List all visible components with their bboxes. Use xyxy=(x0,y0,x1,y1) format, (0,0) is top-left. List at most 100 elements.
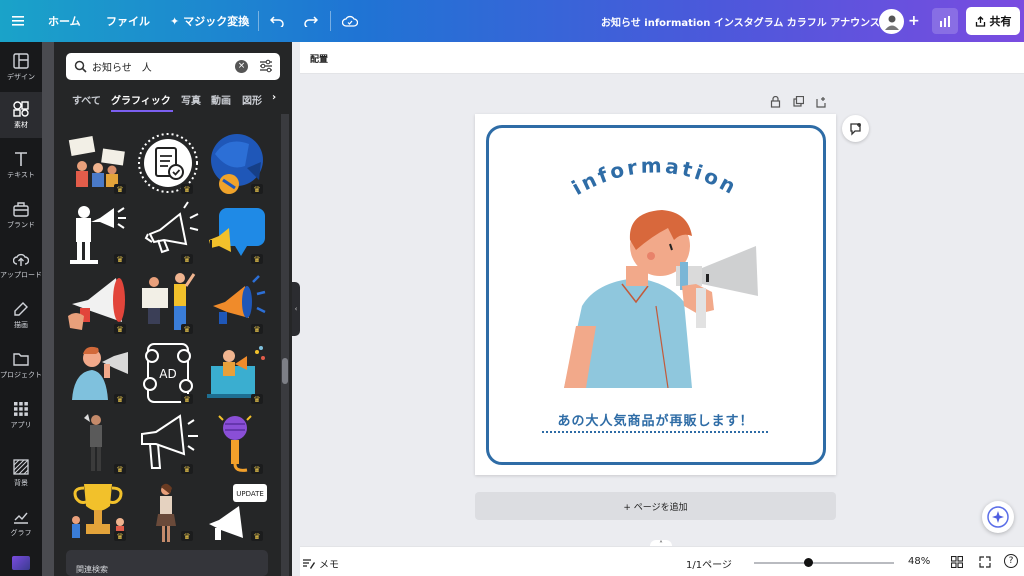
share-button[interactable]: 共有 xyxy=(966,7,1020,35)
zoom-slider-thumb[interactable] xyxy=(804,558,813,567)
rail-item-projects[interactable]: プロジェクト xyxy=(0,342,42,388)
bottom-bar: メモ 1/1ページ 48% ? xyxy=(300,546,1024,576)
premium-crown-icon: ♛ xyxy=(181,464,193,474)
premium-crown-icon: ♛ xyxy=(114,254,126,264)
home-button[interactable]: ホーム xyxy=(48,0,81,42)
tab-graphics[interactable]: グラフィック xyxy=(111,92,171,107)
related-label: 関連検索 xyxy=(76,565,108,574)
tab-photos[interactable]: 写真 xyxy=(181,92,201,107)
lock-icon[interactable] xyxy=(770,96,781,108)
comment-add-button[interactable] xyxy=(842,115,869,142)
add-page-icon[interactable] xyxy=(816,96,827,108)
help-icon[interactable]: ? xyxy=(1004,554,1018,568)
rail-item-elements[interactable]: 素材 xyxy=(0,92,42,138)
zoom-slider[interactable] xyxy=(754,562,894,564)
more-apps-icon[interactable] xyxy=(12,556,30,570)
clear-search-icon[interactable]: × xyxy=(235,60,248,73)
premium-crown-icon: ♛ xyxy=(181,184,193,194)
panel-scroll-strip xyxy=(42,42,54,576)
zoom-percentage[interactable]: 48% xyxy=(908,556,930,567)
premium-crown-icon: ♛ xyxy=(114,531,126,541)
notes-label: メモ xyxy=(319,560,339,571)
magic-assistant-button[interactable] xyxy=(982,501,1014,533)
undo-icon[interactable] xyxy=(270,0,284,42)
top-bar: ホーム ファイル ✦ マジック変換 お知らせ information インスタグ… xyxy=(0,0,1024,42)
sparkle-icon xyxy=(987,506,1009,528)
layout-icon xyxy=(13,52,29,69)
man-megaphone-illustration[interactable] xyxy=(556,206,766,388)
avatar[interactable] xyxy=(879,9,904,34)
menu-icon[interactable] xyxy=(12,0,24,42)
comment-plus-icon xyxy=(849,122,861,136)
tab-videos[interactable]: 動画 xyxy=(211,92,231,107)
cloud-save-icon[interactable] xyxy=(342,0,358,42)
rail-item-upload[interactable]: アップロード xyxy=(0,242,42,288)
text-icon xyxy=(15,151,27,166)
rail-item-text[interactable]: テキスト xyxy=(0,142,42,188)
page-indicator[interactable]: 1/1ページ xyxy=(686,556,732,571)
svg-text:information: information xyxy=(568,153,743,200)
rail-item-design[interactable]: デザイン xyxy=(0,44,42,90)
tab-all[interactable]: すべて xyxy=(72,92,101,107)
briefcase-icon xyxy=(13,201,29,217)
share-icon xyxy=(975,15,985,27)
rail-label: デザイン xyxy=(7,72,35,81)
premium-crown-icon: ♛ xyxy=(251,254,263,264)
premium-crown-icon: ♛ xyxy=(251,394,263,404)
shapes-icon xyxy=(13,100,29,117)
rail-label: テキスト xyxy=(7,170,35,179)
magic-switch-button[interactable]: ✦ マジック変換 xyxy=(170,0,249,42)
premium-crown-icon: ♛ xyxy=(114,324,126,334)
duplicate-icon[interactable] xyxy=(793,96,804,108)
premium-crown-icon: ♛ xyxy=(251,184,263,194)
related-searches[interactable]: 関連検索 xyxy=(66,550,268,576)
canvas-subheader: 配置 xyxy=(300,42,1024,74)
folder-icon xyxy=(13,352,29,366)
premium-crown-icon: ♛ xyxy=(181,324,193,334)
search-box[interactable]: × xyxy=(66,53,280,80)
rail-item-draw[interactable]: 描画 xyxy=(0,292,42,338)
panel-scrollbar-thumb[interactable] xyxy=(282,358,288,384)
upload-cloud-icon xyxy=(13,253,29,266)
premium-crown-icon: ♛ xyxy=(181,531,193,541)
tabs-next-chevron-icon[interactable]: › xyxy=(272,92,276,103)
headline-text[interactable]: あの大人気商品が再販します！ xyxy=(475,410,836,429)
premium-crown-icon: ♛ xyxy=(251,464,263,474)
rail-label: 素材 xyxy=(14,120,28,129)
information-curved-text: information xyxy=(568,153,743,200)
add-page-button[interactable]: + ページを追加 xyxy=(475,492,836,520)
premium-crown-icon: ♛ xyxy=(251,324,263,334)
grid-view-icon[interactable] xyxy=(951,556,963,568)
rail-item-graph[interactable]: グラフ xyxy=(0,500,42,546)
document-title[interactable]: お知らせ information インスタグラム カラフル アナウンス xyxy=(601,0,880,42)
rail-label: グラフ xyxy=(10,528,32,537)
file-button[interactable]: ファイル xyxy=(106,0,150,42)
svg-text:UPDATE: UPDATE xyxy=(236,490,264,498)
search-input[interactable] xyxy=(92,58,232,75)
rail-item-background[interactable]: 背景 xyxy=(0,450,42,496)
premium-crown-icon: ♛ xyxy=(181,254,193,264)
apps-grid-icon xyxy=(14,401,28,416)
rail-label: 背景 xyxy=(14,478,28,487)
fullscreen-icon[interactable] xyxy=(979,556,991,568)
collapse-panel-handle[interactable]: ‹ xyxy=(292,282,300,336)
analytics-icon[interactable] xyxy=(932,8,958,34)
notes-button[interactable]: メモ xyxy=(302,556,339,571)
rail-item-apps[interactable]: アプリ xyxy=(0,392,42,438)
add-collaborator-icon[interactable]: + xyxy=(908,0,920,42)
rail-label: 描画 xyxy=(14,320,28,329)
arrange-button[interactable]: 配置 xyxy=(310,52,328,65)
active-tab-indicator xyxy=(111,110,173,112)
tab-shapes[interactable]: 図形 xyxy=(242,92,262,107)
filter-icon[interactable] xyxy=(259,59,273,73)
redo-icon[interactable] xyxy=(304,0,318,42)
panel-scrollbar[interactable] xyxy=(281,114,289,576)
premium-crown-icon: ♛ xyxy=(114,184,126,194)
sparkle-icon: ✦ xyxy=(170,14,180,28)
panel-tabs: すべて グラフィック 写真 動画 図形 › xyxy=(66,88,284,112)
svg-text:AD: AD xyxy=(159,367,176,381)
rail-item-brand[interactable]: ブランド xyxy=(0,192,42,238)
rail-label: アプリ xyxy=(10,420,32,429)
canva-editor: ホーム ファイル ✦ マジック変換 お知らせ information インスタグ… xyxy=(0,0,1024,576)
separator xyxy=(258,11,259,31)
